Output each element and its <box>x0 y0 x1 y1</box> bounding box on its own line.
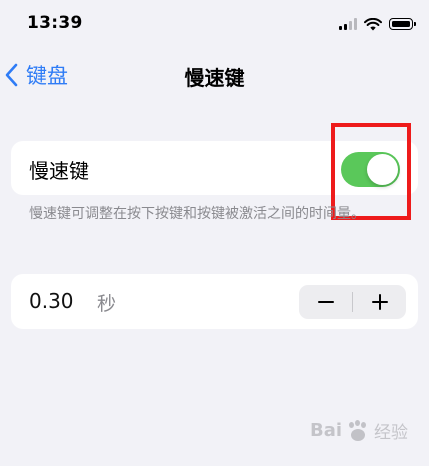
battery-icon <box>389 18 416 30</box>
decrement-button[interactable] <box>299 285 352 319</box>
status-time: 13:39 <box>27 13 83 33</box>
watermark-sub: 经验 <box>374 423 409 443</box>
increment-button[interactable] <box>353 285 406 319</box>
minus-icon <box>317 301 334 303</box>
key-delay-value: 0.30 <box>29 289 74 313</box>
plus-icon <box>371 294 388 310</box>
baidu-watermark: Bai 经验 <box>310 418 408 443</box>
status-bar: 13:39 <box>0 0 429 50</box>
navigation-bar: 键盘 慢速键 <box>0 50 429 100</box>
wifi-icon <box>364 17 382 30</box>
page-title: 慢速键 <box>184 66 245 90</box>
paw-icon <box>347 419 369 442</box>
switch-knob <box>367 154 398 185</box>
status-icons <box>339 16 416 32</box>
slow-keys-label: 慢速键 <box>29 159 89 183</box>
watermark-brand: Bai <box>310 420 343 441</box>
cellular-signal-icon <box>339 18 357 30</box>
key-delay-unit: 秒 <box>97 293 117 315</box>
key-delay-stepper <box>299 285 406 319</box>
slow-keys-switch[interactable] <box>341 152 400 187</box>
slow-keys-description: 慢速键可调整在按下按键和按键被激活之间的时间量。 <box>29 206 365 222</box>
key-delay-row: 0.30 秒 <box>11 274 418 329</box>
